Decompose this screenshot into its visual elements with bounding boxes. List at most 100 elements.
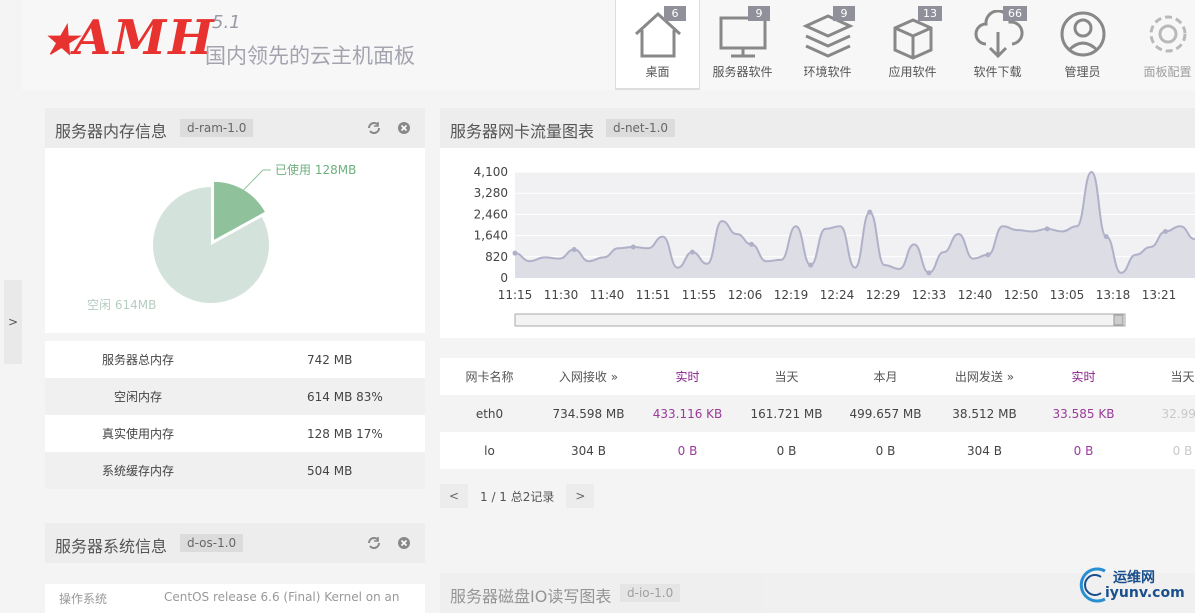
data-point [1103, 234, 1109, 240]
watermark-text: 运维网 [1113, 570, 1155, 586]
data-point [571, 247, 577, 253]
ram-panel-header: 服务器内存信息 d-ram-1.0 [45, 108, 425, 148]
y-tick-label: 3,280 [474, 186, 508, 200]
nav-software-download[interactable]: 66 软件下载 [955, 0, 1040, 90]
x-tick-label: 12:33 [912, 288, 947, 302]
table-cell: 0 B [1172, 443, 1193, 458]
table-row: 空闲内存 614 MB 83% [45, 378, 425, 415]
net-panel-title: 服务器网卡流量图表 [450, 122, 595, 141]
watermark-url: iyunv.com [1105, 585, 1185, 601]
net-table: 网卡名称 入网接收 » 实时 当天 本月 出网发送 » 实时 当天 eth0 7… [440, 358, 1195, 469]
nav-count-badge: 13 [918, 6, 942, 21]
data-point [1044, 226, 1050, 232]
col-header-sortable[interactable]: 出网发送 » [935, 368, 1034, 385]
data-point [926, 270, 932, 276]
col-header: 当天 [774, 370, 799, 384]
table-cell: 0 B [677, 443, 698, 458]
slogan-text: 国内领先的云主机面板 [205, 44, 415, 68]
nav-label: 环境软件 [803, 65, 852, 79]
data-point [749, 241, 755, 247]
table-cell: lo [484, 443, 495, 458]
os-panel-tag: d-os-1.0 [180, 534, 244, 552]
data-point [867, 209, 873, 215]
ram-pie-chart: 已使用 128MB 空闲 614MB [45, 148, 425, 333]
ram-pie-svg: 已使用 128MB 空闲 614MB [87, 162, 356, 312]
pie-used-label: 已使用 128MB [275, 162, 356, 177]
row-value: 742 MB [307, 352, 353, 367]
close-icon[interactable] [397, 121, 411, 135]
gear-icon [1149, 15, 1186, 53]
refresh-icon[interactable] [367, 536, 381, 550]
col-header-sortable[interactable]: 入网接收 » [539, 368, 638, 385]
x-tick-label: 11:30 [544, 288, 579, 302]
app-header: ★AMH 5.1 国内领先的云主机面板 6 桌面 9 服务器软件 9 环境软件 … [22, 0, 1195, 90]
table-cell: 0 B [1073, 443, 1094, 458]
ram-panel-title: 服务器内存信息 [55, 122, 168, 141]
ram-info-table: 服务器总内存 742 MB 空闲内存 614 MB 83% 真实使用内存 128 MB… [45, 341, 425, 489]
row-value: 504 MB [307, 463, 353, 478]
nav-admin[interactable]: 管理员 [1040, 0, 1125, 90]
table-cell: eth0 [475, 406, 504, 421]
data-point [630, 244, 636, 250]
data-point [808, 262, 814, 268]
row-value: 128 MB 17% [307, 426, 383, 441]
nav-env-software[interactable]: 9 环境软件 [785, 0, 870, 90]
x-tick-label: 12:24 [820, 288, 855, 302]
y-tick-label: 0 [500, 271, 508, 285]
row-key: 操作系统 [59, 592, 108, 606]
table-cell: 0 B [875, 443, 896, 458]
prev-page-button[interactable]: < [440, 484, 468, 508]
table-row: 真实使用内存 128 MB 17% [45, 415, 425, 452]
nav-panel-settings[interactable]: 面板配置 [1125, 0, 1195, 90]
net-chart-svg: 4,100 3,280 2,460 1,640 820 0 11:15 11:30 11:40 1… [474, 165, 1195, 327]
x-tick-label: 13:05 [1050, 288, 1085, 302]
os-info-row: 操作系统 CentOS release 6.6 (Final) Kernel o… [45, 584, 425, 613]
nav-app-software[interactable]: 13 应用软件 [870, 0, 955, 90]
y-tick-label: 820 [485, 250, 508, 264]
table-cell: 304 B [967, 443, 1002, 458]
page-info: 1 / 1 总2记录 [480, 489, 555, 504]
chart-scrollbar [514, 313, 1126, 327]
os-panel-header: 服务器系统信息 d-os-1.0 [45, 523, 425, 563]
io-panel-title: 服务器磁盘IO读写图表 [450, 587, 612, 606]
col-header: 实时 [1071, 370, 1096, 384]
sidebar-toggle-tab[interactable]: > [4, 280, 22, 364]
nav-server-software[interactable]: 9 服务器软件 [700, 0, 785, 90]
close-icon[interactable] [397, 536, 411, 550]
row-key: 系统缓存内存 [101, 464, 174, 478]
data-point [689, 249, 695, 255]
nav-label: 应用软件 [888, 65, 937, 79]
table-row: eth0 734.598 MB 433.116 KB 161.721 MB 49… [440, 395, 1195, 432]
top-nav: 6 桌面 9 服务器软件 9 环境软件 13 应用软件 66 软件下载 管理员 [615, 0, 1195, 90]
io-panel-tag: d-io-1.0 [620, 584, 681, 602]
ram-panel-tag: d-ram-1.0 [180, 119, 254, 137]
chart-scroll-handle [1113, 314, 1124, 326]
data-point [1162, 228, 1168, 234]
amh-logo[interactable]: ★AMH [42, 10, 216, 66]
table-header-row: 网卡名称 入网接收 » 实时 当天 本月 出网发送 » 实时 当天 [440, 358, 1195, 395]
nav-label: 软件下载 [973, 65, 1022, 79]
x-tick-label: 12:40 [958, 288, 993, 302]
x-tick-label: 11:15 [498, 288, 533, 302]
x-tick-label: 13:18 [1096, 288, 1131, 302]
x-tick-label: 12:19 [774, 288, 809, 302]
refresh-icon[interactable] [367, 121, 381, 135]
nav-count-badge: 9 [748, 6, 770, 21]
table-cell: 161.721 MB [750, 406, 823, 421]
row-key: 真实使用内存 [101, 427, 174, 441]
y-tick-label: 2,460 [474, 207, 508, 221]
table-cell: 499.657 MB [849, 406, 922, 421]
table-row: 服务器总内存 742 MB [45, 341, 425, 378]
nav-count-badge: 9 [833, 6, 855, 21]
col-header: 网卡名称 [465, 370, 514, 384]
table-cell: 33.585 KB [1052, 406, 1115, 421]
nav-desktop[interactable]: 6 桌面 [615, 0, 700, 90]
version-label: 5.1 [212, 12, 241, 33]
x-tick-label: 12:06 [728, 288, 763, 302]
os-panel-title: 服务器系统信息 [55, 537, 168, 556]
net-traffic-chart: 4,100 3,280 2,460 1,640 820 0 11:15 11:30 11:40 1… [440, 148, 1195, 338]
row-key: 空闲内存 [113, 390, 162, 404]
row-key: 服务器总内存 [101, 353, 174, 367]
x-tick-label: 11:40 [590, 288, 625, 302]
next-page-button[interactable]: > [566, 484, 595, 508]
